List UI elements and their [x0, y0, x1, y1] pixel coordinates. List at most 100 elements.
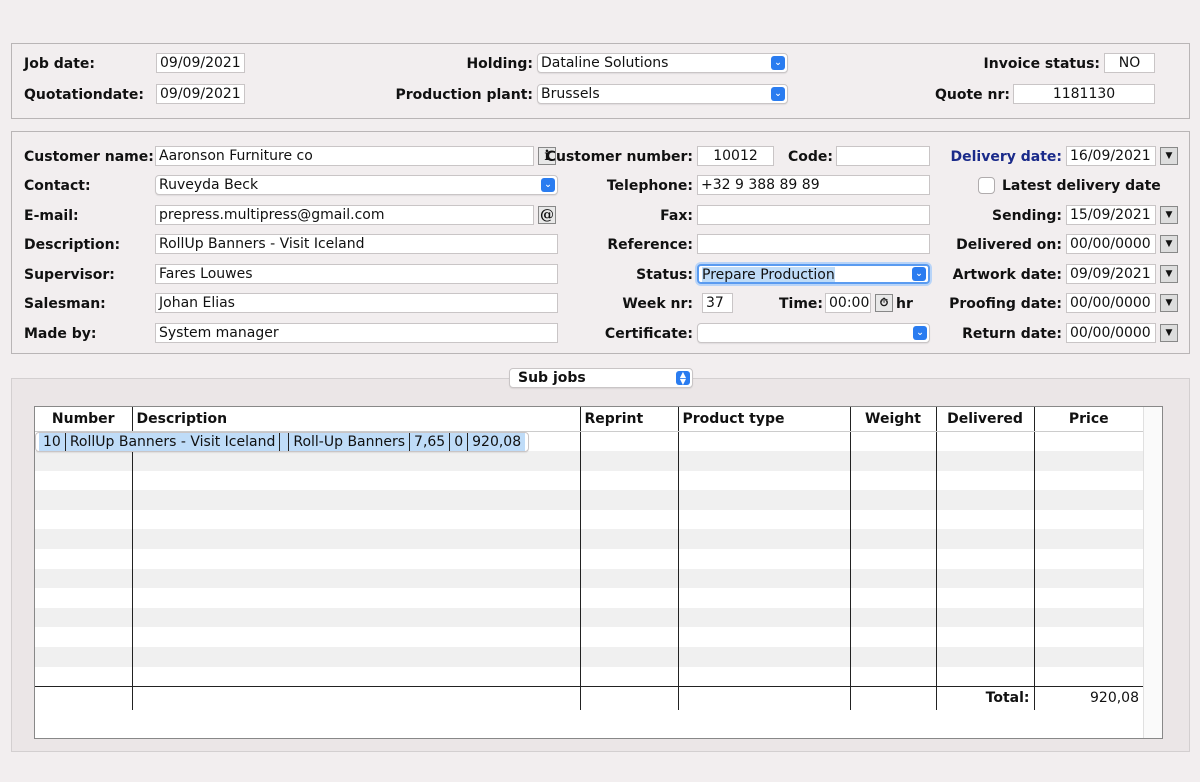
- salesman-label: Salesman:: [24, 296, 106, 312]
- empty-row: [35, 509, 1143, 530]
- contact-select[interactable]: Ruveyda Beck ⌄: [155, 175, 558, 195]
- empty-row: [35, 490, 1143, 510]
- delivered-on-field[interactable]: 00/00/0000: [1066, 234, 1156, 254]
- email-button[interactable]: @: [538, 206, 556, 224]
- customer-number-field[interactable]: 10012: [697, 146, 774, 166]
- time-field[interactable]: 00:00: [825, 293, 871, 313]
- artwork-date-field[interactable]: 09/09/2021: [1066, 264, 1156, 284]
- status-select[interactable]: Prepare Production ⌄: [697, 264, 930, 284]
- row-reprint: [279, 432, 290, 451]
- empty-row: [35, 451, 1143, 471]
- return-date-dropdown-icon[interactable]: ▼: [1160, 324, 1178, 342]
- column-header-reprint[interactable]: Reprint: [580, 407, 679, 432]
- made-by-field[interactable]: System manager: [155, 323, 558, 343]
- contact-value: Ruveyda Beck: [159, 177, 259, 193]
- chevron-down-icon: ⌄: [541, 178, 555, 192]
- week-nr-field[interactable]: 37: [702, 293, 733, 313]
- subjobs-select[interactable]: Sub jobs ▲ ▼: [509, 368, 693, 388]
- chevron-updown-icon: ▲ ▼: [676, 371, 690, 386]
- latest-delivery-checkbox[interactable]: [978, 177, 995, 194]
- subjobs-select-value: Sub jobs: [518, 370, 586, 386]
- empty-row: [35, 588, 1143, 608]
- delivery-date-dropdown-icon[interactable]: ▼: [1160, 147, 1178, 165]
- empty-row: [35, 470, 1143, 491]
- email-field[interactable]: prepress.multipress@gmail.com: [155, 205, 534, 225]
- subjobs-table: Number Description Reprint Product type …: [35, 407, 1143, 711]
- clock-icon[interactable]: ⏱: [875, 294, 893, 312]
- chevron-down-icon: ⌄: [771, 56, 785, 70]
- holding-label: Holding:: [466, 56, 533, 72]
- row-weight: 7,65: [409, 432, 451, 451]
- job-date-field[interactable]: 09/09/2021: [156, 53, 245, 73]
- reference-field[interactable]: [697, 234, 930, 254]
- holding-select[interactable]: Dataline Solutions ⌄: [537, 53, 788, 73]
- sending-dropdown-icon[interactable]: ▼: [1160, 206, 1178, 224]
- chevron-down-icon: ⌄: [912, 267, 926, 281]
- quote-nr-field[interactable]: 1181130: [1013, 84, 1155, 104]
- job-date-label: Job date:: [24, 56, 95, 72]
- telephone-field[interactable]: +32 9 388 89 89: [697, 175, 930, 195]
- description-label: Description:: [24, 237, 121, 253]
- certificate-label: Certificate:: [604, 326, 693, 342]
- certificate-select[interactable]: ⌄: [697, 323, 930, 343]
- holding-value: Dataline Solutions: [541, 55, 669, 71]
- customer-name-label: Customer name:: [24, 149, 154, 165]
- code-label: Code:: [787, 149, 833, 165]
- sending-label: Sending:: [992, 208, 1062, 224]
- invoice-status-field[interactable]: NO: [1104, 53, 1155, 73]
- delivered-on-dropdown-icon[interactable]: ▼: [1160, 235, 1178, 253]
- supervisor-label: Supervisor:: [24, 267, 115, 283]
- table-row[interactable]: 10 RollUp Banners - Visit Iceland Roll-U…: [35, 431, 530, 452]
- fax-label: Fax:: [660, 208, 693, 224]
- chevron-down-icon: ⌄: [771, 87, 785, 101]
- week-nr-label: Week nr:: [622, 296, 693, 312]
- row-delivered: 0: [449, 432, 469, 451]
- made-by-label: Made by:: [24, 326, 97, 342]
- sending-date-field[interactable]: 15/09/2021: [1066, 205, 1156, 225]
- fax-field[interactable]: [697, 205, 930, 225]
- chevron-down-icon: ⌄: [913, 326, 927, 340]
- column-header-description[interactable]: Description: [132, 407, 581, 432]
- empty-row: [35, 549, 1143, 569]
- return-date-field[interactable]: 00/00/0000: [1066, 323, 1156, 343]
- delivery-date-label: Delivery date:: [950, 149, 1063, 165]
- table-total-row: Total: 920,08: [35, 685, 1143, 711]
- column-header-weight[interactable]: Weight: [850, 407, 937, 432]
- proofing-date-label: Proofing date:: [949, 296, 1062, 312]
- email-label: E-mail:: [24, 208, 79, 224]
- total-label: Total:: [936, 685, 1035, 711]
- row-price: 920,08: [467, 432, 526, 451]
- return-date-label: Return date:: [962, 326, 1062, 342]
- table-scrollbar-track[interactable]: [1143, 407, 1162, 738]
- column-header-number[interactable]: Number: [35, 407, 133, 432]
- telephone-label: Telephone:: [606, 178, 693, 194]
- row-number: 10: [39, 432, 66, 451]
- salesman-field[interactable]: Johan Elias: [155, 293, 558, 313]
- column-header-delivered[interactable]: Delivered: [936, 407, 1035, 432]
- artwork-date-label: Artwork date:: [952, 267, 1062, 283]
- hr-label: hr: [896, 296, 913, 312]
- supervisor-field[interactable]: Fares Louwes: [155, 264, 558, 284]
- proofing-date-dropdown-icon[interactable]: ▼: [1160, 294, 1178, 312]
- row-product-type: Roll-Up Banners: [288, 432, 411, 451]
- column-header-product-type[interactable]: Product type: [678, 407, 851, 432]
- empty-row: [35, 666, 1143, 687]
- invoice-status-label: Invoice status:: [983, 56, 1100, 72]
- customer-number-label: Customer number:: [545, 149, 693, 165]
- empty-row: [35, 647, 1143, 667]
- proofing-date-field[interactable]: 00/00/0000: [1066, 293, 1156, 313]
- delivery-date-field[interactable]: 16/09/2021: [1066, 146, 1156, 166]
- status-label: Status:: [636, 267, 693, 283]
- production-plant-select[interactable]: Brussels ⌄: [537, 84, 788, 104]
- description-field[interactable]: RollUp Banners - Visit Iceland: [155, 234, 558, 254]
- total-value: 920,08: [1034, 685, 1143, 711]
- customer-name-field[interactable]: Aaronson Furniture co: [155, 146, 534, 166]
- time-label: Time:: [778, 296, 823, 312]
- column-header-price[interactable]: Price: [1034, 407, 1143, 432]
- quotation-date-field[interactable]: 09/09/2021: [156, 84, 245, 104]
- artwork-date-dropdown-icon[interactable]: ▼: [1160, 265, 1178, 283]
- reference-label: Reference:: [607, 237, 693, 253]
- empty-row: [35, 529, 1143, 550]
- table-header-row: Number Description Reprint Product type …: [35, 407, 1143, 432]
- code-field[interactable]: [836, 146, 930, 166]
